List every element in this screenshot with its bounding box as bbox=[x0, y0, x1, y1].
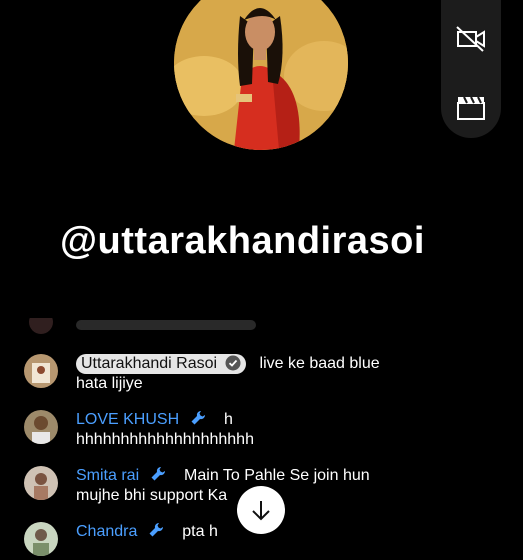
camera-off-button[interactable] bbox=[453, 21, 489, 57]
chat-text: live ke baad blue bbox=[259, 355, 380, 372]
channel-handle: @uttarakhandirasoi bbox=[60, 220, 425, 262]
chat-avatar[interactable] bbox=[24, 522, 58, 556]
verified-icon bbox=[225, 355, 241, 371]
profile-avatar bbox=[174, 0, 348, 150]
chat-text-continued: mujhe bhi support Ka bbox=[76, 487, 228, 504]
chat-author[interactable]: LOVE KHUSH bbox=[76, 411, 179, 428]
chat-text-continued: hata lijiye bbox=[76, 375, 143, 392]
chat-text: pta h bbox=[182, 523, 218, 540]
chat-author: Uttarakhandi Rasoi bbox=[81, 355, 218, 372]
side-controls-panel bbox=[441, 0, 501, 138]
chat-text-continued: hhhhhhhhhhhhhhhhhhhh bbox=[76, 431, 254, 448]
faded-chat-row bbox=[24, 318, 364, 340]
camera-off-icon bbox=[456, 26, 485, 52]
wrench-icon bbox=[149, 522, 163, 537]
clapperboard-icon bbox=[457, 96, 485, 120]
clapperboard-button[interactable] bbox=[453, 90, 489, 126]
owner-author-chip[interactable]: Uttarakhandi Rasoi bbox=[76, 354, 246, 374]
chat-author[interactable]: Chandra bbox=[76, 523, 137, 540]
chat-avatar[interactable] bbox=[24, 354, 58, 388]
chat-avatar[interactable] bbox=[24, 410, 58, 444]
chat-author[interactable]: Smita rai bbox=[76, 467, 139, 484]
chat-text: h bbox=[224, 411, 233, 428]
arrow-down-icon bbox=[252, 501, 270, 521]
wrench-icon bbox=[191, 410, 205, 425]
scroll-to-bottom-button[interactable] bbox=[237, 486, 285, 534]
chat-text: Main To Pahle Se join hun bbox=[184, 467, 370, 484]
wrench-icon bbox=[151, 466, 165, 481]
chat-avatar[interactable] bbox=[24, 466, 58, 500]
